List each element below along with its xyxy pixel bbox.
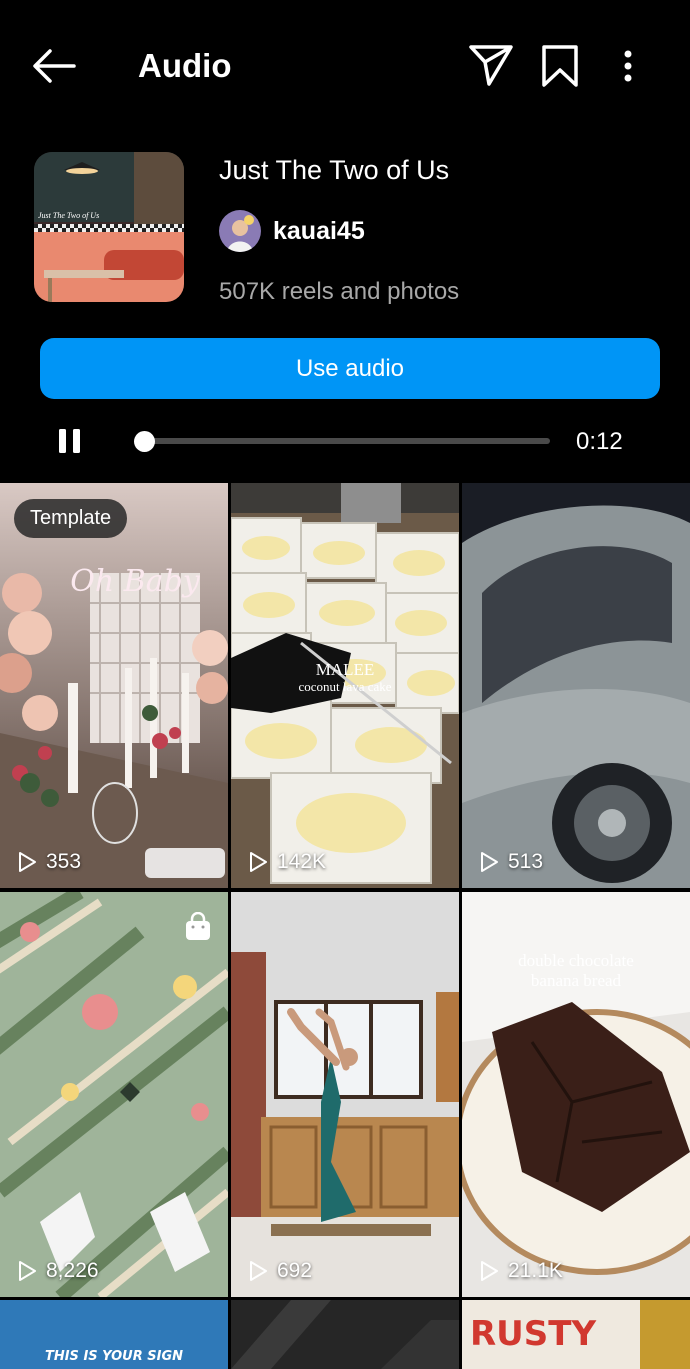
reel-tile[interactable]: RUSTY (462, 1300, 690, 1369)
audio-title: Just The Two of Us (219, 155, 450, 185)
template-badge: Template (14, 499, 128, 538)
overlay-subtitle: banana bread (531, 971, 622, 990)
avatar[interactable] (219, 210, 261, 252)
play-icon (19, 1261, 36, 1281)
back-arrow-icon[interactable] (28, 44, 80, 88)
top-bar: Audio (0, 0, 690, 132)
play-count-value: 8,226 (46, 1259, 99, 1282)
reel-tile[interactable] (231, 1300, 459, 1369)
play-count: 8,226 (16, 1259, 99, 1283)
overlay-title: THIS IS YOUR SIGN (45, 1349, 183, 1364)
overlay-title: double chocolate (518, 951, 634, 970)
bookmark-icon[interactable] (540, 44, 580, 88)
play-icon (19, 852, 36, 872)
play-icon (250, 1261, 267, 1281)
play-count-value: 692 (277, 1259, 313, 1282)
overlay-subtitle: coconut lava cake (298, 679, 391, 694)
pause-icon[interactable] (56, 424, 84, 458)
play-icon (481, 852, 498, 872)
reel-tile[interactable]: 513 (462, 483, 690, 888)
progress-knob[interactable] (134, 431, 155, 452)
play-count: 513 (478, 850, 543, 874)
play-count: 692 (247, 1259, 312, 1283)
progress-track[interactable] (144, 438, 550, 444)
elapsed-time: 0:12 (576, 428, 623, 455)
play-icon (481, 1261, 498, 1281)
reel-tile[interactable]: 8,226 (0, 892, 228, 1297)
neon-sign: Oh Baby (70, 564, 201, 599)
reel-tile[interactable]: THIS IS YOUR SIGN (0, 1300, 228, 1369)
play-icon (250, 852, 267, 872)
overlay-title: MALEE (316, 660, 375, 679)
artist-name[interactable]: kauai45 (273, 217, 365, 246)
play-count-value: 513 (508, 850, 544, 873)
use-audio-button[interactable]: Use audio (40, 338, 660, 399)
overlay-title: RUSTY (470, 1314, 596, 1354)
more-vertical-icon[interactable] (614, 44, 642, 88)
play-count: 142K (247, 850, 326, 874)
reel-tile[interactable]: 692 (231, 892, 459, 1297)
play-count: 21.1K (478, 1259, 563, 1283)
send-icon[interactable] (468, 42, 514, 88)
cover-text: Just The Two of Us (38, 211, 99, 220)
play-count: 353 (16, 850, 81, 874)
reel-tile[interactable]: double chocolate banana bread 21.1K (462, 892, 690, 1297)
reel-tile[interactable]: MALEE coconut lava cake 142K (231, 483, 459, 888)
play-count-value: 353 (46, 850, 82, 873)
play-count-value: 21.1K (508, 1259, 563, 1282)
page-title: Audio (138, 47, 232, 84)
reel-tile[interactable]: Oh Baby Template 353 (0, 483, 228, 888)
reels-count: 507K reels and photos (219, 278, 460, 305)
shopping-bag-icon (184, 911, 212, 947)
play-count-value: 142K (277, 850, 327, 873)
artist-link[interactable]: kauai45 (219, 208, 365, 254)
audio-cover-art: Just The Two of Us (34, 152, 184, 302)
